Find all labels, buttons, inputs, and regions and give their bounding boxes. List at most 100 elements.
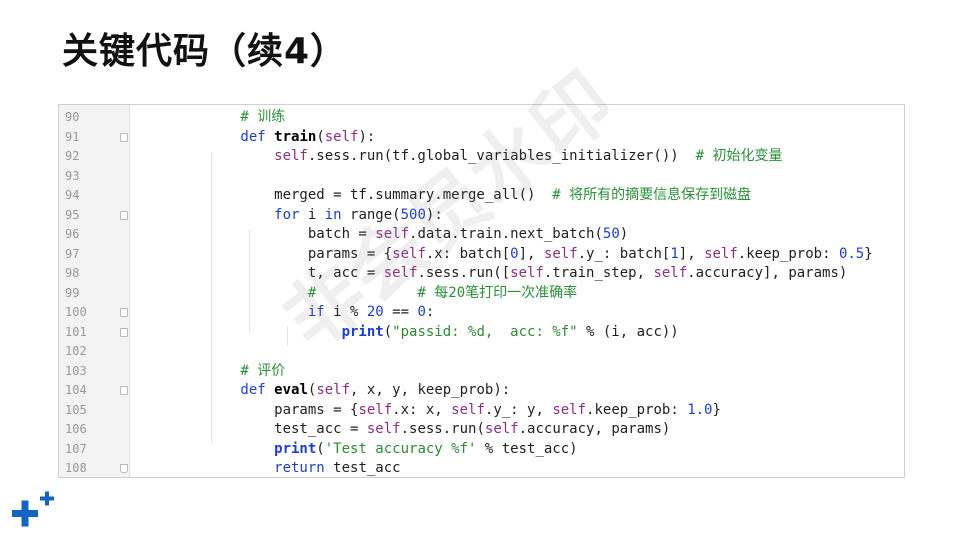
line-number: 100 [65, 305, 87, 319]
code-token: self [375, 226, 410, 242]
line-number: 104 [65, 383, 87, 397]
code-token: self [451, 401, 485, 418]
code-token: ( [383, 323, 393, 340]
fold-marker-icon[interactable] [120, 210, 128, 220]
line-number: 91 [65, 129, 80, 144]
code-token: .sess.run([ [417, 265, 511, 281]
code-token: ], [678, 245, 705, 262]
code-text: # 训练 [173, 108, 285, 128]
code-token: i % [333, 304, 367, 320]
code-token: if [173, 304, 334, 320]
code-lines: 90 # 训练 91 def train(self): 92 self.sess.r… [59, 108, 904, 477]
code-text: # # 每20笔打印一次准确率 [173, 284, 577, 304]
code-token: .accuracy, params) [518, 421, 671, 437]
code-token: 0 [417, 304, 426, 320]
code-token: .accuracy], params) [687, 265, 848, 281]
code-token: ( [316, 440, 325, 457]
code-token: self [358, 401, 393, 418]
code-token: .y_: batch[ [577, 245, 671, 262]
code-token: self [383, 265, 418, 281]
code-line: 106 test_acc = self.sess.run(self.accura… [59, 420, 904, 440]
code-token: "passid: %d, acc: %f" [392, 323, 578, 340]
code-line: 95 for i in range(500): [59, 206, 904, 226]
code-line: 102 [59, 342, 904, 362]
code-text: t, acc = self.sess.run([self.train_step,… [173, 264, 847, 284]
code-token: .x: batch[ [425, 245, 511, 262]
code-token: self [366, 421, 401, 437]
code-token: self [653, 265, 688, 281]
code-token: self [552, 401, 587, 418]
code-token: 'Test accuracy %f' [324, 440, 477, 457]
code-text: test_acc = self.sess.run(self.accuracy, … [173, 420, 670, 440]
fold-marker-icon[interactable] [120, 327, 128, 337]
code-line: 101 print("passid: %d, acc: %f" % (i, ac… [59, 323, 904, 343]
code-token: .sess.run( [400, 421, 485, 437]
code-token: % test_acc) [476, 440, 578, 457]
code-token: in [324, 206, 351, 223]
code-line: 105 params = {self.x: x, self.y_: y, sel… [59, 401, 904, 421]
code-token: 50 [602, 226, 620, 242]
line-number: 105 [65, 402, 87, 417]
line-number: 101 [65, 324, 87, 339]
code-token: ( [316, 128, 325, 145]
line-number: 99 [65, 285, 80, 300]
line-number: 97 [65, 246, 80, 261]
code-token: # 将所有的摘要信息保存到磁盘 [552, 187, 752, 203]
code-token: .train_step, [543, 265, 654, 281]
fold-marker-icon[interactable] [120, 132, 128, 142]
code-token: 0 [510, 245, 519, 262]
code-line: 99 # # 每20笔打印一次准确率 [59, 284, 904, 304]
code-line: 94 merged = tf.summary.merge_all() # 将所有… [59, 186, 904, 206]
code-token: == [383, 304, 418, 320]
code-token: def [173, 382, 275, 398]
code-token: : [425, 304, 435, 320]
code-text: params = {self.x: x, self.y_: y, self.ke… [173, 401, 721, 421]
line-number: 94 [65, 188, 80, 202]
code-token: return [173, 460, 334, 476]
code-line: 97 params = {self.x: batch[0], self.y_: … [59, 245, 904, 265]
code-token: self [484, 421, 519, 437]
code-line: 96 batch = self.data.train.next_batch(50… [59, 225, 904, 245]
fold-marker-icon[interactable] [120, 464, 128, 473]
code-token: # 评价 [173, 362, 286, 379]
line-number: 108 [65, 461, 87, 475]
code-token: test_acc [333, 460, 401, 476]
code-token: params = { [173, 245, 393, 262]
code-line: 90 # 训练 [59, 108, 904, 128]
slide-title: 关键代码（续4） [62, 31, 348, 72]
code-token: ): [358, 128, 376, 145]
code-token: ): [425, 206, 443, 223]
code-text: if i % 20 == 0: [173, 303, 434, 323]
line-number: 96 [65, 227, 80, 241]
line-number: 92 [65, 149, 80, 163]
code-text: def eval(self, x, y, keep_prob): [173, 381, 510, 401]
code-line: 93 [59, 167, 904, 187]
line-number: 107 [65, 441, 87, 456]
code-token: .data.train.next_batch( [409, 226, 603, 242]
code-token: # # 每20笔打印一次准确率 [173, 284, 578, 301]
code-text: def train(self): [173, 128, 375, 148]
code-text: # 评价 [173, 362, 285, 382]
code-token: params = { [173, 401, 359, 418]
code-text: print("passid: %d, acc: %f" % (i, acc)) [173, 323, 679, 343]
code-token: } [712, 401, 721, 418]
code-token: merged = tf.summary.merge_all() [173, 187, 553, 203]
fold-marker-icon[interactable] [120, 308, 128, 317]
code-token: self [510, 265, 544, 281]
plus-logo-icon [12, 491, 54, 527]
code-text: self.sess.run(tf.global_variables_initia… [173, 147, 782, 167]
code-token: ], [518, 245, 544, 262]
line-number: 103 [65, 363, 87, 378]
code-token: 1.0 [687, 401, 713, 418]
line-number: 98 [65, 266, 80, 280]
fold-marker-icon[interactable] [120, 386, 128, 395]
code-token: } [864, 245, 873, 262]
code-token: train [274, 128, 317, 145]
code-token: def [173, 128, 275, 145]
code-line: 104 def eval(self, x, y, keep_prob): [59, 381, 904, 401]
code-text: return test_acc [173, 459, 401, 477]
code-text: for i in range(500): [173, 206, 443, 226]
code-text: merged = tf.summary.merge_all() # 将所有的摘要… [173, 186, 751, 206]
code-token: self [704, 245, 738, 262]
code-token: print [173, 440, 317, 457]
